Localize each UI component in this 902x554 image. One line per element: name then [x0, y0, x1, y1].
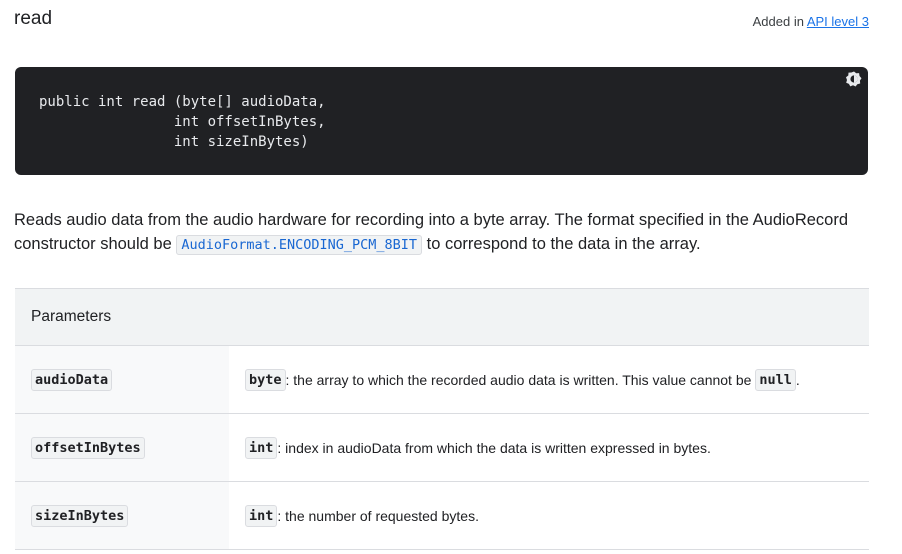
table-row: audioData byte: the array to which the r…: [15, 346, 869, 414]
param-description-end: .: [795, 371, 800, 388]
param-description: : the array to which the recorded audio …: [285, 371, 752, 388]
param-name-offsetinbytes: offsetInBytes: [31, 436, 145, 459]
parameters-header: Parameters: [15, 289, 869, 346]
api-level-link[interactable]: API level 3: [807, 14, 869, 29]
added-in-label: Added in API level 3: [753, 14, 869, 29]
param-type: int: [245, 436, 278, 459]
param-type: int: [245, 504, 278, 527]
dark-mode-icon[interactable]: [846, 71, 862, 87]
method-signature: public int read (byte[] audioData, int o…: [39, 94, 326, 150]
table-row: sizeInBytes int: the number of requested…: [15, 482, 869, 550]
method-title: read: [14, 8, 53, 29]
table-row: offsetInBytes int: index in audioData fr…: [15, 414, 869, 482]
param-name-sizeinbytes: sizeInBytes: [31, 504, 129, 527]
param-description: : the number of requested bytes.: [277, 507, 479, 524]
param-description: : index in audioData from which the data…: [277, 439, 711, 456]
added-in-prefix: Added in: [752, 14, 807, 29]
param-type: byte: [245, 368, 286, 391]
code-block: public int read (byte[] audioData, int o…: [15, 67, 868, 175]
null-code: null: [755, 368, 796, 391]
description-text-2: to correspond to the data in the array.: [422, 235, 701, 253]
parameters-table: Parameters audioData byte: the array to …: [15, 288, 869, 550]
encoding-pcm-8bit-link[interactable]: AudioFormat.ENCODING_PCM_8BIT: [176, 235, 423, 255]
param-name-audiodata: audioData: [31, 368, 113, 391]
method-description: Reads audio data from the audio hardware…: [14, 208, 874, 257]
